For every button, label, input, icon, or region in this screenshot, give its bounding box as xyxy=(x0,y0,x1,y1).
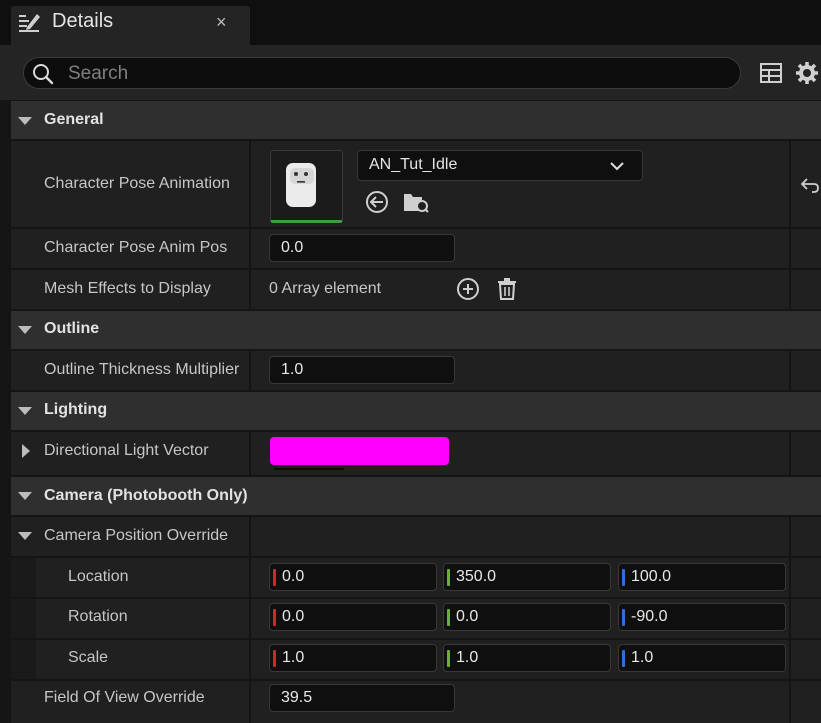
scale-label: Scale xyxy=(68,649,109,666)
asset-name: AN_Tut_Idle xyxy=(369,156,458,173)
collapse-arrow-icon[interactable] xyxy=(18,326,32,334)
category-general-label: General xyxy=(44,111,104,128)
outline-thickness-input[interactable]: 1.0 xyxy=(269,356,455,384)
category-lighting-label: Lighting xyxy=(44,401,108,418)
rotation-x-value: 0.0 xyxy=(282,608,305,625)
asset-thumbnail-icon xyxy=(286,163,316,207)
trash-icon[interactable] xyxy=(496,277,518,301)
rotation-z-input[interactable]: -90.0 xyxy=(618,603,786,631)
collapse-arrow-icon[interactable] xyxy=(18,532,32,540)
reset-to-default-icon[interactable] xyxy=(800,176,820,194)
add-element-icon[interactable] xyxy=(456,277,480,301)
location-x-input[interactable]: 0.0 xyxy=(269,563,437,591)
fov-label: Field Of View Override xyxy=(44,689,205,706)
anim-pos-label: Character Pose Anim Pos xyxy=(44,239,228,256)
column-divider xyxy=(789,432,791,475)
settings-gear-icon[interactable] xyxy=(794,60,820,86)
chevron-down-icon xyxy=(610,162,624,171)
scale-y-input[interactable]: 1.0 xyxy=(443,644,611,672)
location-y-value: 350.0 xyxy=(456,568,497,585)
scale-z-value: 1.0 xyxy=(631,649,654,666)
category-general[interactable] xyxy=(11,101,821,139)
use-selected-asset-icon[interactable] xyxy=(364,189,390,215)
category-camera-label: Camera (Photobooth Only) xyxy=(44,487,248,504)
expand-arrow-icon[interactable] xyxy=(22,444,30,458)
rotation-y-value: 0.0 xyxy=(456,608,479,625)
scale-z-input[interactable]: 1.0 xyxy=(618,644,786,672)
light-color-swatch[interactable] xyxy=(270,437,449,465)
location-y-input[interactable]: 350.0 xyxy=(443,563,611,591)
column-divider xyxy=(249,351,251,390)
asset-thumbnail[interactable] xyxy=(270,150,343,223)
category-outline[interactable] xyxy=(11,311,821,349)
scale-x-input[interactable]: 1.0 xyxy=(269,644,437,672)
array-count: 0 Array element xyxy=(269,280,382,297)
close-tab-button[interactable]: × xyxy=(216,12,227,33)
table-view-icon[interactable] xyxy=(759,61,783,85)
details-icon xyxy=(19,14,40,32)
collapse-arrow-icon[interactable] xyxy=(18,117,32,125)
indent-gutter xyxy=(11,599,36,638)
mesh-effects-label: Mesh Effects to Display xyxy=(44,280,211,297)
rotation-x-input[interactable]: 0.0 xyxy=(269,603,437,631)
collapse-arrow-icon[interactable] xyxy=(18,492,32,500)
details-tab[interactable] xyxy=(11,6,250,45)
search-input[interactable] xyxy=(66,59,730,89)
location-label: Location xyxy=(68,568,129,585)
scale-y-value: 1.0 xyxy=(456,649,479,666)
location-x-value: 0.0 xyxy=(282,568,305,585)
search-box xyxy=(23,57,741,89)
column-divider xyxy=(249,432,251,475)
light-vector-label: Directional Light Vector xyxy=(44,442,209,459)
indent-gutter xyxy=(11,640,36,679)
rotation-label: Rotation xyxy=(68,608,128,625)
fov-input[interactable]: 39.5 xyxy=(269,684,455,712)
anim-pos-input[interactable]: 0.0 xyxy=(269,234,455,262)
outline-thickness-label: Outline Thickness Multiplier xyxy=(44,361,240,378)
rotation-z-value: -90.0 xyxy=(631,608,668,625)
search-icon xyxy=(33,64,54,85)
browse-asset-icon[interactable] xyxy=(402,189,430,215)
camera-override-label: Camera Position Override xyxy=(44,527,229,544)
column-divider xyxy=(789,351,791,390)
category-outline-label: Outline xyxy=(44,320,100,337)
scale-x-value: 1.0 xyxy=(282,649,305,666)
indent-gutter xyxy=(11,558,36,597)
column-divider xyxy=(249,517,251,723)
tab-title: Details xyxy=(52,10,114,32)
column-divider xyxy=(249,141,251,309)
column-divider xyxy=(789,141,791,309)
pose-animation-label: Character Pose Animation xyxy=(44,175,230,192)
asset-picker-dropdown[interactable]: AN_Tut_Idle xyxy=(357,150,643,181)
location-z-input[interactable]: 100.0 xyxy=(618,563,786,591)
location-z-value: 100.0 xyxy=(631,568,672,585)
category-lighting[interactable] xyxy=(11,392,821,430)
column-divider xyxy=(789,517,791,723)
swatch-underline xyxy=(274,468,344,470)
collapse-arrow-icon[interactable] xyxy=(18,407,32,415)
rotation-y-input[interactable]: 0.0 xyxy=(443,603,611,631)
